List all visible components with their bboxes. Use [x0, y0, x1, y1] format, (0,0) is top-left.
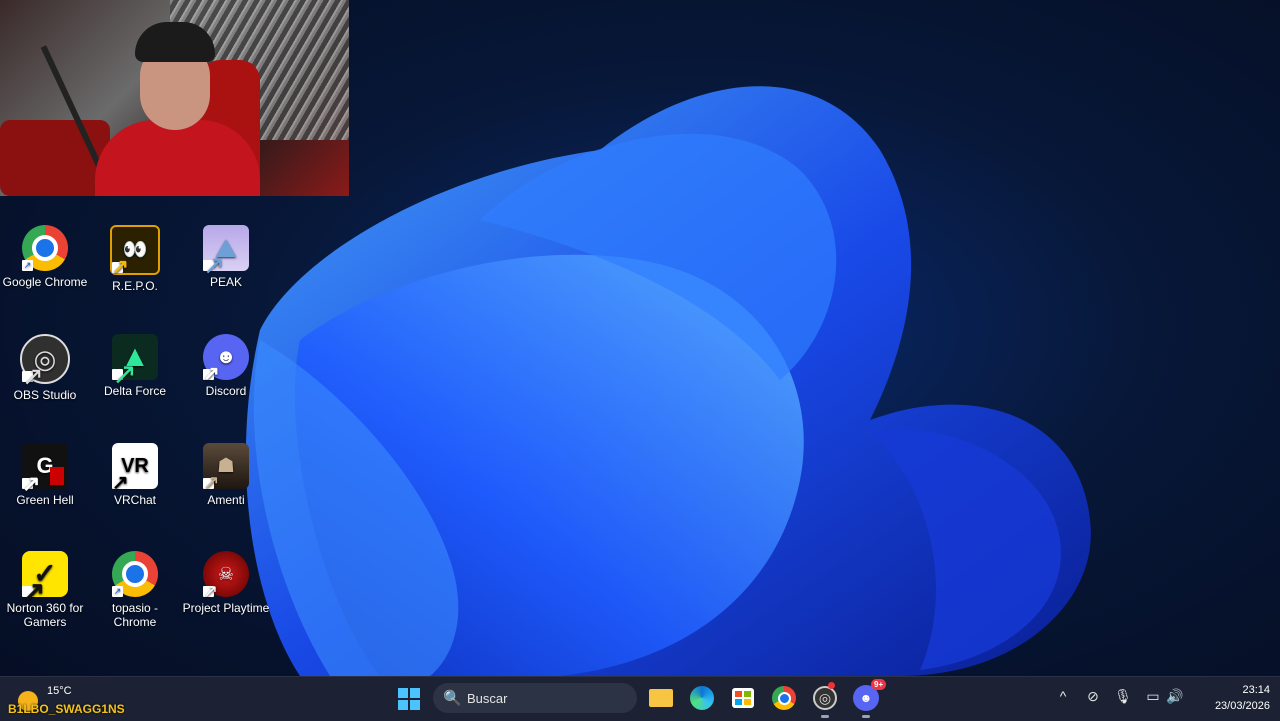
store-button[interactable] [727, 682, 759, 714]
desktop-icon-delta-force[interactable]: ▲ ↗ Delta Force [90, 334, 180, 434]
desktop-icon-repo[interactable]: 👀 ↗ R.E.P.O. [90, 225, 180, 325]
desktop-icon-green-hell[interactable]: G ↗ Green Hell [0, 443, 90, 543]
obs-taskbar-button[interactable]: ◎ [809, 682, 841, 718]
desktop-icon-discord[interactable]: ☻ ↗ Discord [181, 334, 271, 434]
weather-temperature: 15°C [47, 685, 72, 697]
recording-dot-icon [828, 682, 835, 689]
microphone-icon[interactable]: 🎙 [1113, 688, 1133, 705]
chrome-icon: ↗ [22, 225, 68, 271]
shortcut-arrow-icon: ↗ [22, 260, 33, 271]
shortcut-arrow-icon: ↗ [203, 250, 225, 280]
desktop-icon-project-playtime[interactable]: ☠ ↗ Project Playtime [181, 551, 271, 651]
display-icon[interactable]: ▭ [1143, 688, 1163, 705]
shortcut-arrow-icon: ↗ [112, 472, 129, 494]
shortcut-arrow-icon: ↗ [112, 586, 123, 597]
windows-logo-icon [398, 688, 420, 710]
running-indicator [821, 715, 829, 718]
desktop-icon-label: Google Chrome [2, 275, 88, 289]
file-explorer-button[interactable] [645, 682, 677, 714]
shortcut-arrow-icon: ↗ [112, 358, 138, 391]
desktop-icon-amenti[interactable]: ☗ ↗ Amenti [181, 443, 271, 543]
desktop-icon-norton[interactable]: ✓ ↗ Norton 360 for Gamers [0, 551, 90, 651]
desktop-icon-obs-studio[interactable]: ◎ ↗ OBS Studio [0, 334, 90, 434]
obs-icon: ◎ ↗ [20, 334, 70, 391]
discord-icon: ☻ 9+ [853, 679, 887, 711]
desktop-icon-label: R.E.P.O. [112, 279, 158, 293]
desktop-icon-label: VRChat [113, 493, 157, 507]
tray-overflow-chevron-icon[interactable]: ^ [1053, 688, 1073, 704]
project-playtime-icon: ☠ ↗ [203, 551, 249, 601]
desktop-icon-topasio-chrome[interactable]: ↗ topasio - Chrome [90, 551, 180, 651]
edge-button[interactable] [686, 682, 718, 714]
notification-badge: 9+ [871, 679, 887, 690]
norton-icon: ✓ ↗ [22, 551, 68, 607]
search-icon: 🔍 [443, 690, 462, 707]
desktop-icon-label: PEAK [209, 275, 242, 289]
shortcut-arrow-icon: ↗ [112, 256, 129, 278]
start-button[interactable] [393, 683, 425, 715]
edge-icon [690, 686, 714, 710]
desktop-icon-vrchat[interactable]: VR ↗ VRChat [90, 443, 180, 543]
obs-icon: ◎ [813, 686, 837, 710]
shortcut-arrow-icon: ↗ [203, 581, 219, 601]
shortcut-arrow-icon: ↗ [203, 363, 220, 385]
shortcut-arrow-icon: ↗ [22, 471, 41, 496]
taskbar-clock[interactable]: 23:14 23/03/2026 [1190, 682, 1270, 714]
chrome-icon [772, 686, 796, 710]
desktop-icon-label: Project Playtime [182, 601, 270, 615]
network-off-icon[interactable]: ⊘ [1083, 688, 1103, 705]
delta-force-icon: ▲ ↗ [112, 334, 158, 391]
desktop-icon-label: Amenti [207, 493, 245, 507]
desktop-icon-label: topasio - Chrome [111, 601, 159, 629]
taskbar-search[interactable]: 🔍 Buscar [433, 683, 637, 713]
desktop-icon-peak[interactable]: ⛰ ↗ PEAK [181, 225, 271, 325]
chrome-profile-icon: ↗ [112, 551, 158, 597]
desktop-icon-label: Discord [205, 384, 247, 398]
shortcut-arrow-icon: ↗ [203, 472, 220, 494]
repo-game-icon: 👀 ↗ [110, 225, 160, 278]
discord-icon: ☻ ↗ [203, 334, 249, 385]
green-hell-icon: G ↗ [22, 443, 68, 496]
shortcut-arrow-icon: ↗ [22, 576, 46, 607]
peak-game-icon: ⛰ ↗ [203, 225, 249, 280]
search-placeholder: Buscar [467, 690, 508, 706]
webcam-person-body [95, 120, 260, 196]
vrchat-icon: VR ↗ [112, 443, 158, 494]
stream-overlay-name: B1LBO_SWAGG1NS [8, 702, 125, 716]
desktop-icon-label: Green Hell [16, 493, 74, 507]
desktop-icon-label: Norton 360 for Gamers [6, 601, 84, 629]
desktop-icon-google-chrome[interactable]: ↗ Google Chrome [0, 225, 90, 325]
discord-taskbar-button[interactable]: ☻ 9+ [850, 679, 887, 718]
volume-icon[interactable]: 🔊 [1165, 688, 1185, 705]
chrome-taskbar-button[interactable] [768, 682, 800, 714]
desktop-icon-label: OBS Studio [13, 388, 77, 402]
running-indicator [862, 715, 870, 718]
amenti-icon: ☗ ↗ [203, 443, 249, 494]
clock-date: 23/03/2026 [1214, 700, 1270, 712]
folder-icon [649, 689, 673, 707]
clock-time: 23:14 [1242, 684, 1270, 696]
webcam-overlay [0, 0, 349, 196]
shortcut-arrow-icon: ↗ [22, 361, 44, 391]
store-icon [732, 688, 754, 708]
